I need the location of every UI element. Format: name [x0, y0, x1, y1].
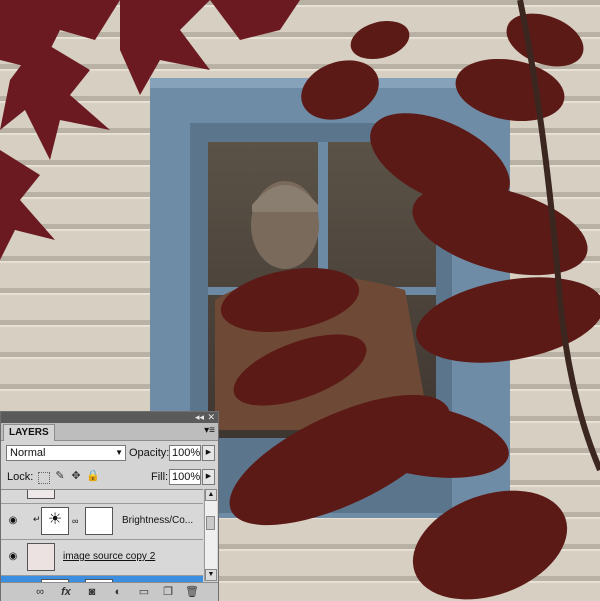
- lock-label: Lock:: [7, 471, 34, 483]
- adjustment-layer-icon: ☀: [41, 507, 69, 535]
- layer-row[interactable]: ◉ image source copy 2: [1, 540, 203, 576]
- panel-titlebar[interactable]: ◂◂ ✕: [1, 412, 218, 423]
- layer-thumbnail: [27, 543, 55, 571]
- link-layers-icon[interactable]: ∞: [33, 585, 47, 599]
- layer-mask-thumbnail: [85, 507, 113, 535]
- new-layer-icon[interactable]: ❐: [161, 585, 175, 599]
- scroll-up-icon[interactable]: ▲: [205, 489, 217, 501]
- scroll-thumb[interactable]: [206, 516, 215, 530]
- lock-image-icon[interactable]: ✎: [54, 470, 66, 482]
- double-chevron-icon[interactable]: ◂◂: [195, 412, 204, 423]
- clip-arrow-icon: ↵: [33, 514, 41, 524]
- blend-mode-dropdown[interactable]: Normal ▼: [6, 445, 126, 461]
- visibility-eye-icon[interactable]: ◉: [6, 516, 20, 526]
- lock-transparent-icon[interactable]: [38, 472, 50, 484]
- new-group-icon[interactable]: ▭: [137, 585, 151, 599]
- panel-menu-icon[interactable]: ▾≡: [204, 425, 215, 437]
- adjustment-layer-icon[interactable]: ◐: [111, 585, 125, 599]
- scroll-down-icon[interactable]: ▼: [205, 569, 217, 581]
- fill-label: Fill:: [151, 471, 169, 483]
- tab-layers[interactable]: LAYERS: [3, 424, 55, 441]
- layers-toolbar: ∞ fx ◙ ◐ ▭ ❐ 🗑: [1, 582, 218, 601]
- opacity-slider-button[interactable]: ▶: [202, 445, 215, 461]
- opacity-input[interactable]: 100%: [169, 445, 201, 461]
- layer-row[interactable]: [1, 490, 203, 504]
- layer-row[interactable]: ◉ ↵ ☀ ∞ Brightness/Co...: [1, 504, 203, 540]
- fill-input[interactable]: 100%: [169, 469, 201, 485]
- fx-icon[interactable]: fx: [59, 585, 73, 599]
- fill-slider-button[interactable]: ▶: [202, 469, 215, 485]
- layer-name: image source copy 2: [63, 551, 156, 562]
- blend-mode-value: Normal: [10, 447, 46, 459]
- trash-icon[interactable]: 🗑: [185, 585, 199, 599]
- layers-panel: ◂◂ ✕ LAYERS ▾≡ Normal ▼ Opacity: 100% ▶ …: [0, 411, 219, 601]
- lock-all-icon[interactable]: 🔒: [86, 470, 100, 482]
- layer-name: Brightness/Co...: [122, 515, 194, 526]
- chevron-down-icon: ▼: [115, 448, 123, 457]
- layer-thumbnail: [27, 490, 55, 499]
- layers-scrollbar[interactable]: ▲ ▼: [204, 489, 217, 581]
- panel-tab-row: LAYERS ▾≡: [1, 423, 218, 441]
- visibility-eye-icon[interactable]: ◉: [6, 552, 20, 562]
- close-icon[interactable]: ✕: [207, 412, 215, 423]
- link-chain-icon: ∞: [72, 516, 79, 526]
- lock-position-icon[interactable]: ✥: [70, 470, 82, 482]
- add-mask-icon[interactable]: ◙: [85, 585, 99, 599]
- opacity-label: Opacity:: [129, 447, 170, 459]
- layers-list: ◉ ↵ ☀ ∞ Brightness/Co... ◉ image source …: [1, 489, 203, 582]
